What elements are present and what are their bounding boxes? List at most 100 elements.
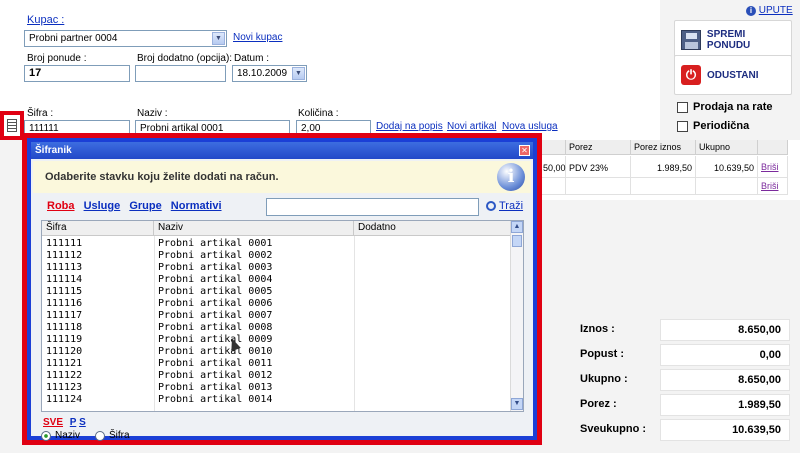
- item-sifra: 111123: [46, 382, 83, 393]
- kupac-label[interactable]: Kupac :: [27, 14, 64, 26]
- summary-value: 10.639,50: [660, 419, 790, 441]
- summary-value: 8.650,00: [660, 319, 790, 341]
- summary-label: Ukupno :: [580, 373, 628, 385]
- summary-popust: Popust : 0,00: [560, 344, 792, 366]
- dialog-search-input[interactable]: [266, 198, 479, 216]
- info-icon: i: [497, 163, 525, 191]
- list-item[interactable]: 111124 Probni artikal 0014: [42, 394, 512, 406]
- item-sifra: 111120: [46, 346, 83, 357]
- cancel-label: ODUSTANI: [707, 69, 759, 81]
- list-item[interactable]: 111117 Probni artikal 0007: [42, 310, 512, 322]
- radio-sifra[interactable]: Šifra: [95, 430, 130, 441]
- datum-value: 18.10.2009: [237, 68, 288, 79]
- datum-label: Datum :: [234, 53, 270, 64]
- prodaja-na-rate-checkbox[interactable]: Prodaja na rate: [677, 101, 772, 113]
- brisi-link[interactable]: Briši: [758, 156, 788, 178]
- item-sifra: 111119: [46, 334, 83, 345]
- sifranik-open-button[interactable]: [0, 111, 24, 140]
- item-sifra: 111117: [46, 310, 83, 321]
- periodicna-checkbox[interactable]: Periodična: [677, 120, 749, 132]
- novi-artikal-link[interactable]: Novi artikal: [447, 121, 496, 132]
- filter-s[interactable]: S: [79, 417, 86, 428]
- chevron-down-icon: ▼: [292, 67, 305, 80]
- item-naziv: Probni artikal 0007: [158, 310, 273, 321]
- item-naziv: Probni artikal 0002: [158, 250, 273, 261]
- scroll-down-icon[interactable]: ▼: [511, 398, 523, 410]
- summary-iznos: Iznos : 8.650,00: [560, 319, 792, 341]
- item-naziv: Probni artikal 0005: [158, 286, 273, 297]
- sifranik-dialog-frame: Šifranik ✕ Odaberite stavku koju želite …: [27, 138, 537, 441]
- summary-ukupno: Ukupno : 8.650,00: [560, 369, 792, 391]
- grid-cell-empty: [566, 178, 631, 195]
- summary-label: Iznos :: [580, 323, 615, 335]
- summary-label: Sveukupno :: [580, 423, 647, 435]
- periodicna-label: Periodična: [693, 120, 750, 132]
- tab-normativi[interactable]: Normativi: [171, 200, 222, 212]
- column-header-dodatno[interactable]: Dodatno: [354, 221, 511, 236]
- grid-cell-porez-iznos: 1.989,50: [631, 156, 696, 178]
- item-naziv: Probni artikal 0003: [158, 262, 273, 273]
- dodaj-na-popis-link[interactable]: Dodaj na popis: [376, 121, 443, 132]
- list-item[interactable]: 111119 Probni artikal 0009: [42, 334, 512, 346]
- list-item[interactable]: 111122 Probni artikal 0012: [42, 370, 512, 382]
- save-offer-button[interactable]: SPREMI PONUDU: [674, 20, 792, 60]
- cancel-button[interactable]: ⏻ ODUSTANI: [674, 55, 792, 95]
- scroll-thumb[interactable]: [512, 235, 522, 247]
- power-icon: ⏻: [681, 65, 701, 85]
- item-naziv: Probni artikal 0006: [158, 298, 273, 309]
- list-item[interactable]: 111118 Probni artikal 0008: [42, 322, 512, 334]
- filter-p[interactable]: P: [70, 417, 77, 428]
- grid-header-porez-iznos: Porez iznos: [631, 140, 696, 155]
- list-item[interactable]: 111111 Probni artikal 0001: [42, 238, 512, 250]
- tab-grupe[interactable]: Grupe: [129, 200, 161, 212]
- scroll-up-icon[interactable]: ▲: [511, 221, 523, 233]
- kupac-select[interactable]: Probni partner 0004 ▼: [24, 30, 227, 47]
- floppy-disk-icon: [681, 30, 701, 50]
- grid-cell-empty: [631, 178, 696, 195]
- item-naziv: Probni artikal 0011: [158, 358, 273, 369]
- list-item[interactable]: 111116 Probni artikal 0006: [42, 298, 512, 310]
- list-item[interactable]: 111121 Probni artikal 0011: [42, 358, 512, 370]
- grid-header-ukupno: Ukupno: [696, 140, 758, 155]
- help-link[interactable]: i UPUTE: [746, 5, 793, 16]
- summary-value: 0,00: [660, 344, 790, 366]
- radio-naziv[interactable]: Naziv: [41, 430, 80, 441]
- list-item[interactable]: 111113 Probni artikal 0003: [42, 262, 512, 274]
- list-item[interactable]: 111114 Probni artikal 0004: [42, 274, 512, 286]
- list-item[interactable]: 111120 Probni artikal 0010: [42, 346, 512, 358]
- broj-ponude-input[interactable]: 17: [24, 65, 130, 82]
- nova-usluga-link[interactable]: Nova usluga: [502, 121, 558, 132]
- tab-usluge[interactable]: Usluge: [84, 200, 121, 212]
- list-item[interactable]: 111112 Probni artikal 0002: [42, 250, 512, 262]
- close-icon[interactable]: ✕: [519, 145, 530, 156]
- item-sifra: 111114: [46, 274, 83, 285]
- item-list[interactable]: Šifra Naziv Dodatno 111111 Probni artikal…: [41, 220, 524, 412]
- list-scrollbar[interactable]: ▲ ▼: [510, 221, 523, 411]
- novi-kupac-link[interactable]: Novi kupac: [233, 32, 282, 43]
- kupac-value: Probni partner 0004: [29, 33, 118, 44]
- item-naziv: Probni artikal 0014: [158, 394, 273, 405]
- column-header-naziv[interactable]: Naziv: [154, 221, 354, 236]
- summary-value: 1.989,50: [660, 394, 790, 416]
- brisi-link[interactable]: Briši: [758, 178, 788, 195]
- tab-roba[interactable]: Roba: [47, 200, 75, 212]
- column-header-sifra[interactable]: Šifra: [42, 221, 154, 236]
- list-item[interactable]: 111123 Probni artikal 0013: [42, 382, 512, 394]
- checkbox-box: [677, 101, 688, 113]
- list-item[interactable]: 111115 Probni artikal 0005: [42, 286, 512, 298]
- filter-links: SVE P S: [43, 417, 86, 428]
- radio-selected-icon: [41, 430, 51, 441]
- item-sifra: 111112: [46, 250, 83, 261]
- sifranik-dialog: Šifranik ✕ Odaberite stavku koju želite …: [22, 133, 542, 445]
- datum-select[interactable]: 18.10.2009 ▼: [232, 65, 307, 82]
- search-button[interactable]: Traži: [486, 200, 523, 212]
- info-icon: i: [746, 6, 756, 16]
- item-sifra: 111113: [46, 262, 83, 273]
- filter-sve[interactable]: SVE: [43, 417, 63, 428]
- grid-header-porez: Porez: [566, 140, 631, 155]
- grid-cell-ukupno: 10.639,50: [696, 156, 758, 178]
- help-link-label: UPUTE: [758, 5, 793, 16]
- item-sifra: 111116: [46, 298, 83, 309]
- item-naziv: Probni artikal 0010: [158, 346, 273, 357]
- broj-dodatno-input[interactable]: [135, 65, 226, 82]
